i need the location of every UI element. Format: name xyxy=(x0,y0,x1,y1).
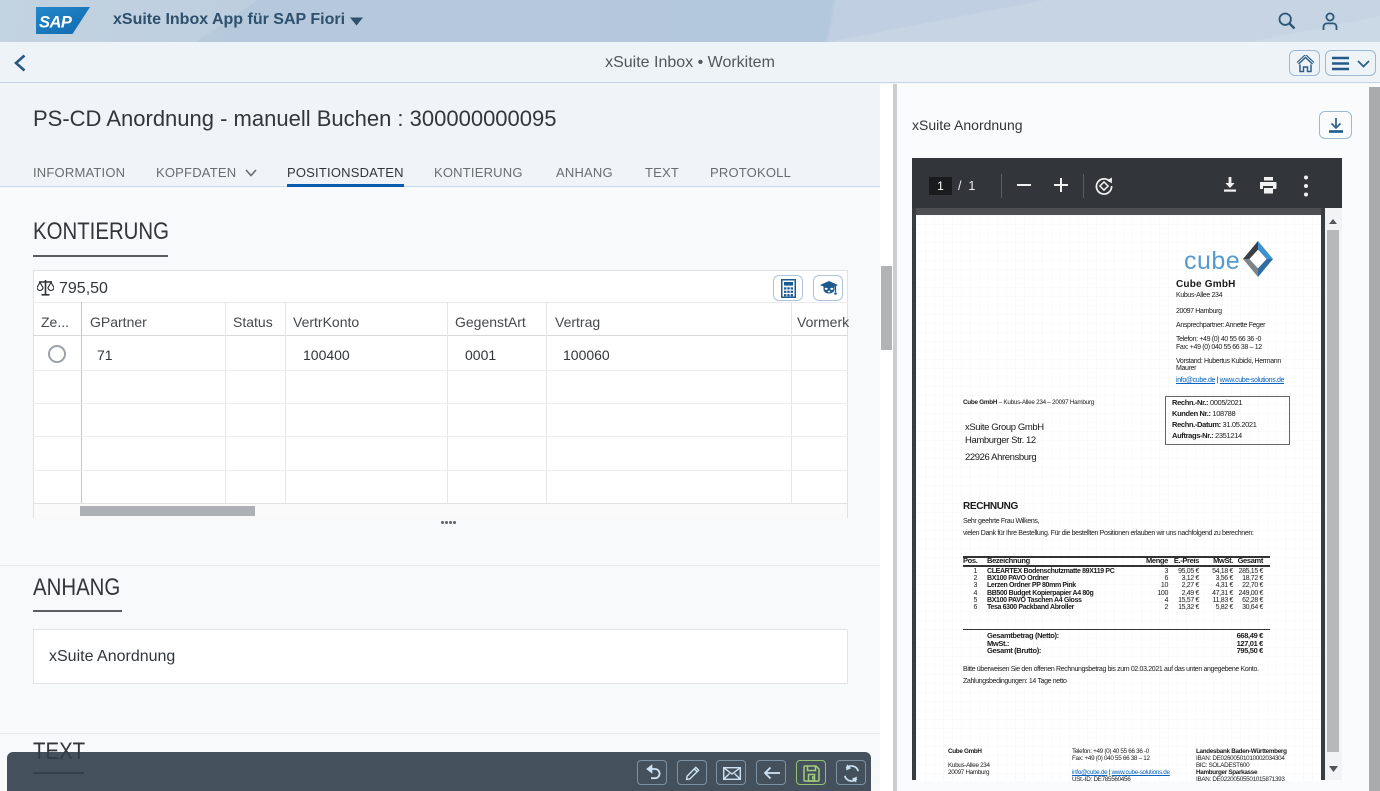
svg-text:SAP: SAP xyxy=(39,14,73,32)
